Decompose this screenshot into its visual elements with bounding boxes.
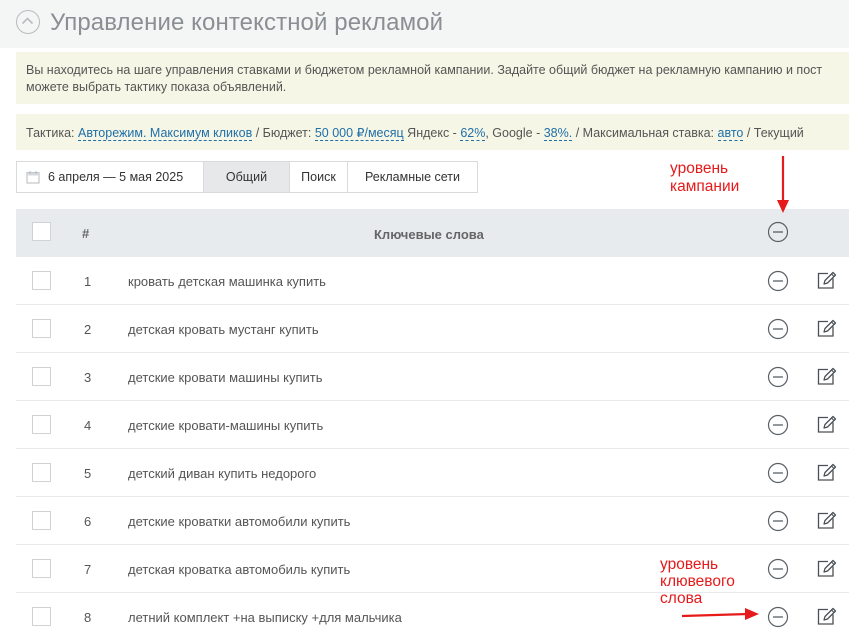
edit-icon[interactable]: [815, 317, 837, 339]
google-label: , Google -: [485, 126, 544, 140]
budget-link[interactable]: 50 000 ₽/месяц: [314, 126, 404, 141]
row-checkbox[interactable]: [32, 559, 51, 578]
edit-icon[interactable]: [815, 509, 837, 531]
filter-toolbar: 6 апреля — 5 мая 2025 Общий Поиск Реклам…: [16, 161, 478, 193]
row-number: 3: [84, 370, 92, 385]
page-header: Управление контекстной рекламой: [0, 0, 849, 48]
row-number: 2: [84, 322, 92, 337]
row-keyword: детские кроватки автомобили купить: [128, 514, 351, 529]
table-row: 1 кровать детская машинка купить: [16, 257, 849, 305]
edit-icon[interactable]: [815, 413, 837, 435]
annotation-line: уровень: [660, 556, 719, 573]
table-row: 3 детские кровати машины купить: [16, 353, 849, 401]
tab-search[interactable]: Поиск: [290, 161, 348, 193]
info-notice: Вы находитесь на шаге управления ставкам…: [16, 52, 849, 104]
edit-icon[interactable]: [815, 461, 837, 483]
row-number: 1: [84, 274, 92, 289]
row-number: 5: [84, 466, 92, 481]
info-line-1: Вы находитесь на шаге управления ставкам…: [26, 63, 823, 77]
row-number: 6: [84, 514, 92, 529]
row-checkbox[interactable]: [32, 271, 51, 290]
row-keyword: кровать детская машинка купить: [128, 274, 326, 289]
column-header-number: #: [82, 226, 90, 241]
row-number: 4: [84, 418, 92, 433]
row-keyword: детские кровати машины купить: [128, 370, 323, 385]
annotation-line: уровень: [670, 160, 729, 177]
minus-circle-icon[interactable]: [767, 270, 789, 292]
keyword-level-annotation: уровень клювевого слова: [660, 556, 735, 607]
row-checkbox[interactable]: [32, 367, 51, 386]
minus-circle-icon[interactable]: [767, 414, 789, 436]
edit-icon[interactable]: [815, 605, 837, 627]
edit-icon[interactable]: [815, 365, 837, 387]
budget-label: / Бюджет:: [252, 126, 315, 140]
select-all-checkbox[interactable]: [32, 222, 51, 241]
yandex-label: Яндекс -: [403, 126, 461, 140]
info-line-2: можете выбрать тактику показа объявлений…: [26, 80, 287, 94]
minus-circle-icon[interactable]: [767, 366, 789, 388]
row-number: 7: [84, 562, 92, 577]
minus-circle-icon[interactable]: [767, 318, 789, 340]
minus-circle-icon[interactable]: [767, 558, 789, 580]
table-header: # Ключевые слова: [16, 209, 849, 257]
date-range-picker[interactable]: 6 апреля — 5 мая 2025: [16, 161, 204, 193]
row-checkbox[interactable]: [32, 607, 51, 626]
google-share-link[interactable]: 38%.: [543, 126, 573, 141]
calendar-icon: [26, 171, 40, 184]
yandex-share-link[interactable]: 62%: [460, 126, 486, 141]
campaign-level-annotation: уровень кампании: [670, 160, 739, 196]
row-checkbox[interactable]: [32, 511, 51, 530]
campaign-minus-circle-icon[interactable]: [767, 221, 789, 243]
annotation-line: слова: [660, 590, 703, 607]
annotation-line: клювевого: [660, 573, 735, 590]
row-keyword: детские кровати-машины купить: [128, 418, 324, 433]
row-checkbox[interactable]: [32, 463, 51, 482]
max-bid-label: / Максимальная ставка:: [572, 126, 718, 140]
row-keyword: детский диван купить недорого: [128, 466, 317, 481]
minus-circle-icon[interactable]: [767, 462, 789, 484]
minus-circle-icon[interactable]: [767, 510, 789, 532]
tactics-bar: Тактика: Авторежим. Максимум кликов / Бю…: [16, 114, 849, 150]
max-bid-link[interactable]: авто: [717, 126, 744, 141]
row-checkbox[interactable]: [32, 319, 51, 338]
minus-circle-icon[interactable]: [767, 606, 789, 628]
table-row: 6 детские кроватки автомобили купить: [16, 497, 849, 545]
tab-general[interactable]: Общий: [204, 161, 290, 193]
page-title: Управление контекстной рекламой: [50, 9, 444, 36]
tab-ad-networks[interactable]: Рекламные сети: [348, 161, 478, 193]
row-keyword: летний комплект +на выписку +для мальчик…: [128, 610, 402, 625]
annotation-line: кампании: [670, 178, 740, 195]
date-range-text: 6 апреля — 5 мая 2025: [48, 170, 184, 184]
row-checkbox[interactable]: [32, 415, 51, 434]
edit-icon[interactable]: [815, 269, 837, 291]
chevron-up-circle-icon[interactable]: [16, 10, 40, 34]
row-keyword: детская кровать мустанг купить: [128, 322, 319, 337]
table-row: 4 детские кровати-машины купить: [16, 401, 849, 449]
campaign-arrow: [777, 156, 789, 213]
table-row: 2 детская кровать мустанг купить: [16, 305, 849, 353]
tactics-label: Тактика:: [26, 126, 75, 140]
edit-icon[interactable]: [815, 557, 837, 579]
table-row: 5 детский диван купить недорого: [16, 449, 849, 497]
column-header-keywords: Ключевые слова: [374, 227, 484, 242]
current-label: / Текущий: [743, 126, 804, 140]
row-number: 8: [84, 610, 92, 625]
row-keyword: детская кроватка автомобиль купить: [128, 562, 351, 577]
tactic-link[interactable]: Авторежим. Максимум кликов: [78, 126, 253, 141]
